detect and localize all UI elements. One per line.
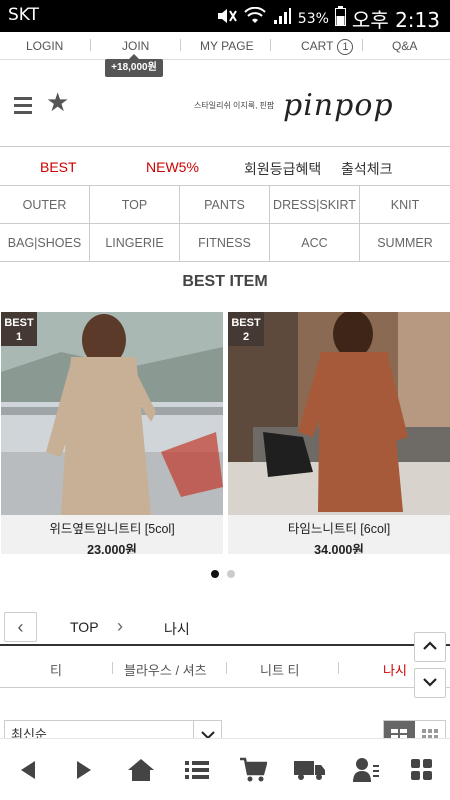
my-account-icon[interactable]: [352, 757, 380, 783]
product-name[interactable]: 위드옆트임니트티 [5col]: [1, 518, 223, 537]
apps-grid-icon[interactable]: [408, 757, 436, 783]
battery-percent: 53%: [297, 10, 329, 27]
badge-label: BEST: [231, 317, 261, 329]
star-icon[interactable]: ★: [46, 90, 69, 116]
product-image[interactable]: BEST 2: [228, 312, 450, 515]
home-icon[interactable]: [127, 757, 155, 783]
product-caption: 타임느니트티 [6col] 34,000원: [228, 515, 450, 554]
category-knit[interactable]: KNIT: [360, 186, 450, 223]
category-acc[interactable]: ACC: [270, 224, 360, 261]
product-image[interactable]: BEST 1: [1, 312, 223, 515]
category-dress-skirt[interactable]: DRESS|SKIRT: [270, 186, 360, 223]
join-link[interactable]: JOIN: [122, 39, 149, 53]
battery-icon: [334, 6, 346, 31]
product-price: 34,000원: [314, 543, 364, 554]
carousel-dot-active[interactable]: [211, 570, 219, 578]
breadcrumb-current: 나시: [164, 621, 190, 637]
subcat-blouse[interactable]: 블라우스 / 셔츠: [124, 660, 207, 679]
category-row: OUTER TOP PANTS DRESS|SKIRT KNIT: [0, 186, 450, 224]
nav-divider: [180, 39, 181, 51]
hamburger-menu-icon[interactable]: [14, 97, 32, 118]
badge-label: BEST: [4, 317, 34, 329]
site-tagline: 스타일리쉬 이지룩, 핀팝: [194, 101, 275, 110]
forward-arrow-icon[interactable]: [70, 757, 98, 783]
mute-icon: [216, 7, 238, 30]
delivery-truck-icon[interactable]: [293, 757, 327, 783]
breadcrumb: ‹ TOP › 나시: [0, 610, 450, 646]
category-outer[interactable]: OUTER: [0, 186, 90, 223]
subcategory-tabs: 티 블라우스 / 셔츠 니트 티 나시: [0, 648, 450, 688]
category-top[interactable]: TOP: [90, 186, 180, 223]
badge-rank: 1: [15, 331, 23, 343]
carousel-pagination: [211, 570, 235, 578]
back-arrow-icon[interactable]: [14, 757, 42, 783]
nav-divider: [90, 39, 91, 51]
top-nav: LOGIN JOIN MY PAGE CART 1 Q&A: [0, 32, 450, 60]
product-card[interactable]: BEST 2 타임느니트티 [6col] 34,000원: [228, 312, 450, 554]
shopping-cart-icon[interactable]: [239, 757, 267, 783]
promo-tabs: BEST NEW5% 회원등급혜택 출석체크: [0, 148, 450, 186]
best-item-heading: BEST ITEM: [182, 273, 268, 290]
site-logo[interactable]: pinpop: [283, 88, 394, 123]
qa-link[interactable]: Q&A: [392, 39, 417, 53]
badge-rank: 2: [242, 331, 250, 343]
best-rank-badge: BEST 2: [228, 312, 264, 346]
best-rank-badge: BEST 1: [1, 312, 37, 346]
product-card[interactable]: BEST 1 위드옆트임니트티 [5col] 23,000원: [1, 312, 223, 554]
product-name[interactable]: 타임느니트티 [6col]: [228, 518, 450, 537]
back-chevron-icon[interactable]: ‹: [4, 612, 37, 642]
category-fitness[interactable]: FITNESS: [180, 224, 270, 261]
carrier-label: SKT: [8, 5, 40, 25]
cart-link[interactable]: CART 1: [301, 39, 354, 55]
category-grid: OUTER TOP PANTS DRESS|SKIRT KNIT BAG|SHO…: [0, 186, 450, 262]
mypage-link[interactable]: MY PAGE: [200, 39, 254, 53]
product-price: 23,000원: [87, 543, 137, 554]
tab-new[interactable]: NEW5%: [146, 159, 199, 175]
bottom-toolbar: [0, 738, 450, 800]
list-menu-icon[interactable]: [183, 757, 211, 783]
subcat-tee[interactable]: 티: [50, 660, 62, 679]
breadcrumb-parent[interactable]: TOP: [70, 619, 99, 635]
nav-divider: [362, 39, 363, 51]
cart-count-badge: 1: [337, 39, 354, 55]
category-row: BAG|SHOES LINGERIE FITNESS ACC SUMMER: [0, 224, 450, 262]
cart-label: CART: [301, 39, 334, 53]
subcat-divider: [226, 662, 227, 674]
subcat-divider: [338, 662, 339, 674]
clock: 오후 2:13: [351, 8, 440, 32]
site-header: ★ 스타일리쉬 이지룩, 핀팝 pinpop: [0, 62, 450, 147]
subcat-knit-tee[interactable]: 니트 티: [260, 660, 300, 679]
scroll-up-icon[interactable]: [414, 632, 446, 662]
subcat-sleeveless[interactable]: 나시: [383, 660, 407, 679]
status-bar: SKT 53% 오후 2:13: [0, 0, 450, 32]
subcat-divider: [112, 662, 113, 674]
category-lingerie[interactable]: LINGERIE: [90, 224, 180, 261]
tab-best[interactable]: BEST: [40, 159, 77, 175]
tab-attendance[interactable]: 출석체크: [341, 159, 393, 179]
category-pants[interactable]: PANTS: [180, 186, 270, 223]
carousel-dot[interactable]: [227, 570, 235, 578]
signal-icon: [272, 7, 292, 30]
wifi-icon: [244, 6, 266, 30]
tab-membership[interactable]: 회원등급혜택: [244, 159, 321, 179]
nav-divider: [270, 39, 271, 51]
category-bag-shoes[interactable]: BAG|SHOES: [0, 224, 90, 261]
product-caption: 위드옆트임니트티 [5col] 23,000원: [1, 515, 223, 554]
scroll-down-icon[interactable]: [414, 668, 446, 698]
chevron-right-icon: ›: [117, 616, 123, 636]
login-link[interactable]: LOGIN: [26, 39, 63, 53]
category-summer[interactable]: SUMMER: [360, 224, 450, 261]
